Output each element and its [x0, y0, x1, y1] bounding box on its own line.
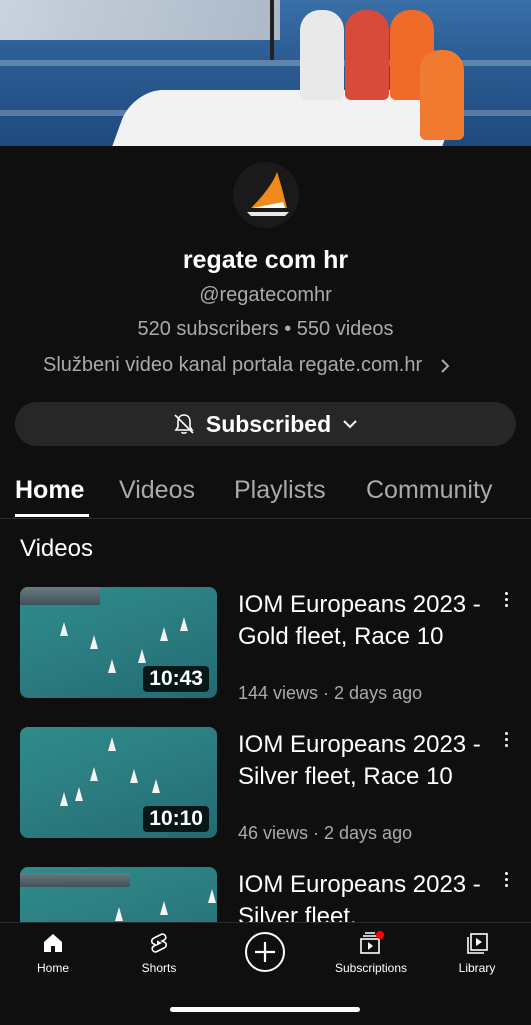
- subscribed-label: Subscribed: [205, 410, 332, 437]
- channel-description-text: Službeni video kanal portala regate.com.…: [43, 354, 423, 376]
- thumbnail-boat: [90, 635, 98, 649]
- thumbnail-boat: [208, 889, 216, 903]
- more-options-icon[interactable]: [498, 869, 514, 893]
- video-title[interactable]: IOM Europeans 2023 - Silver fleet.: [238, 869, 488, 922]
- chevron-right-icon: [441, 358, 450, 373]
- video-thumbnail[interactable]: 10:43: [20, 587, 217, 698]
- nav-library[interactable]: Library: [432, 931, 522, 975]
- video-item[interactable]: IOM Europeans 2023 - Silver fleet.: [0, 867, 531, 922]
- video-title[interactable]: IOM Europeans 2023 - Silver fleet, Race …: [238, 729, 488, 793]
- banner-sail: [0, 0, 280, 40]
- thumbnail-boat: [60, 792, 68, 806]
- shorts-icon: [150, 933, 168, 953]
- video-title[interactable]: IOM Europeans 2023 - Gold fleet, Race 10: [238, 589, 488, 653]
- thumbnail-boat: [115, 907, 123, 921]
- section-title: Videos: [20, 535, 93, 562]
- video-thumbnail[interactable]: 10:10: [20, 727, 217, 838]
- more-options-icon[interactable]: [498, 729, 514, 753]
- thumbnail-boat: [60, 622, 68, 636]
- thumbnail-boat: [160, 901, 168, 915]
- bell-off-icon: [174, 414, 194, 434]
- nav-shorts-label: Shorts: [141, 961, 177, 975]
- thumbnail-boat: [152, 779, 160, 793]
- thumbnail-boat: [130, 769, 138, 783]
- channel-tabs: Home Videos Playlists Community: [0, 466, 531, 519]
- home-icon: [44, 934, 62, 952]
- banner-crew: [345, 10, 389, 100]
- video-thumbnail[interactable]: [20, 867, 217, 922]
- banner-mast: [270, 0, 274, 60]
- nav-library-label: Library: [458, 961, 496, 975]
- video-meta: 144 views · 2 days ago: [238, 683, 423, 703]
- thumbnail-boat: [138, 649, 146, 663]
- chevron-down-icon: [343, 420, 357, 429]
- nav-home-label: Home: [36, 961, 69, 975]
- video-duration: 10:43: [143, 666, 209, 692]
- home-indicator[interactable]: [170, 1007, 360, 1012]
- thumbnail-boat: [75, 787, 83, 801]
- sailboat-logo-icon: [247, 172, 289, 216]
- nav-subscriptions[interactable]: Subscriptions: [326, 931, 416, 975]
- active-tab-indicator: [15, 514, 89, 517]
- channel-stats: 520 subscribers • 550 videos: [137, 318, 394, 340]
- video-item[interactable]: 10:10 IOM Europeans 2023 - Silver fleet,…: [0, 727, 531, 847]
- nav-shorts[interactable]: Shorts: [114, 931, 204, 975]
- notification-dot: [376, 931, 384, 939]
- thumbnail-shore: [20, 587, 100, 605]
- thumbnail-boat: [90, 767, 98, 781]
- subscribed-button[interactable]: Subscribed: [15, 402, 516, 446]
- banner-crew: [300, 10, 344, 100]
- tab-playlists[interactable]: Playlists: [234, 476, 326, 505]
- thumbnail-shore: [20, 873, 130, 887]
- thumbnail-boat: [160, 627, 168, 641]
- channel-handle: @regatecomhr: [199, 284, 332, 306]
- nav-home[interactable]: Home: [8, 931, 98, 975]
- video-duration: 10:10: [143, 806, 209, 832]
- tab-home[interactable]: Home: [15, 476, 84, 505]
- library-icon: [467, 933, 488, 954]
- video-item[interactable]: 10:43 IOM Europeans 2023 - Gold fleet, R…: [0, 587, 531, 707]
- create-icon: [245, 932, 285, 972]
- thumbnail-boat: [108, 737, 116, 751]
- banner-crew: [420, 50, 464, 140]
- thumbnail-boat: [108, 659, 116, 673]
- channel-name: regate com hr: [182, 246, 349, 274]
- video-meta: 46 views · 2 days ago: [238, 823, 413, 843]
- thumbnail-boat: [180, 617, 188, 631]
- subscriptions-icon: [360, 931, 384, 954]
- create-button[interactable]: [220, 931, 310, 979]
- nav-subscriptions-label: Subscriptions: [334, 961, 408, 975]
- channel-description[interactable]: Službeni video kanal portala regate.com.…: [43, 354, 450, 377]
- channel-banner: [0, 0, 531, 146]
- channel-avatar[interactable]: [233, 162, 299, 228]
- tab-community[interactable]: Community: [366, 476, 492, 505]
- tab-videos[interactable]: Videos: [119, 476, 195, 505]
- more-options-icon[interactable]: [498, 589, 514, 613]
